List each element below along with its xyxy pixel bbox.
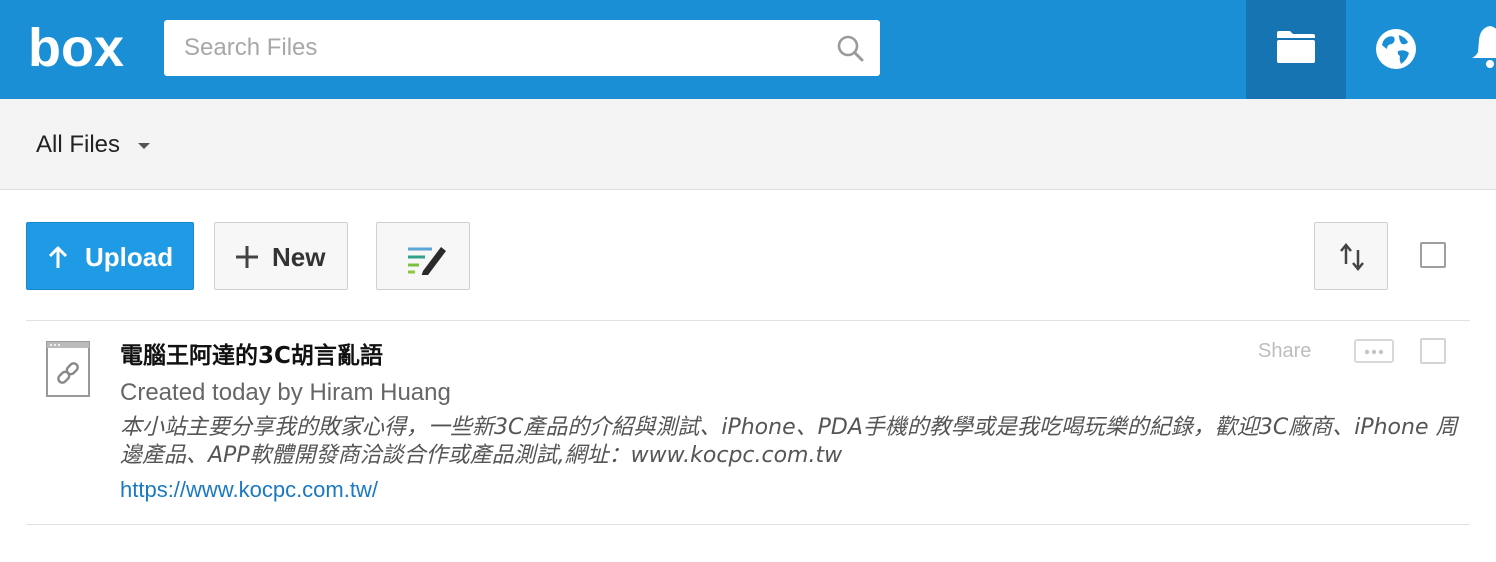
file-name[interactable]: 電腦王阿達的3C胡言亂語: [120, 341, 383, 371]
globe-icon[interactable]: [1372, 25, 1420, 73]
sort-button[interactable]: [1314, 222, 1388, 290]
search-icon[interactable]: [836, 34, 866, 64]
box-notes-button[interactable]: [376, 222, 470, 290]
breadcrumb-bar: [0, 99, 1496, 190]
top-bar: box: [0, 0, 1496, 99]
breadcrumb-all-files[interactable]: All Files: [36, 131, 120, 159]
file-description: 本小站主要分享我的敗家心得，一些新3C產品的介紹與測試、iPhone、PDA手機…: [120, 415, 1458, 468]
list-divider: [26, 524, 1470, 525]
chevron-down-icon[interactable]: [138, 143, 150, 149]
box-logo[interactable]: box: [28, 16, 128, 80]
upload-button[interactable]: Upload: [26, 222, 194, 290]
file-meta: Created today by Hiram Huang: [120, 379, 451, 406]
svg-text:box: box: [28, 18, 124, 78]
upload-label: Upload: [85, 242, 174, 272]
folder-icon: [1277, 31, 1315, 63]
file-url-link[interactable]: https://www.kocpc.com.tw/: [120, 476, 378, 504]
web-link-icon: [46, 341, 90, 397]
list-divider: [26, 320, 1470, 321]
plus-icon: [236, 246, 258, 268]
more-options-button[interactable]: [1354, 339, 1394, 363]
select-all-checkbox[interactable]: [1420, 242, 1446, 268]
new-button[interactable]: New: [214, 222, 348, 290]
sort-arrows-icon: [1340, 243, 1364, 271]
new-label: New: [272, 242, 326, 272]
notes-pen-icon: [408, 247, 446, 275]
search-box: [164, 20, 880, 76]
ellipsis-icon: [1364, 349, 1384, 355]
search-input[interactable]: [164, 20, 824, 76]
bell-icon[interactable]: [1470, 22, 1496, 72]
arrow-up-icon: [48, 246, 68, 268]
nav-all-files[interactable]: [1246, 0, 1346, 99]
item-checkbox[interactable]: [1420, 338, 1446, 364]
share-button[interactable]: Share: [1258, 338, 1311, 364]
